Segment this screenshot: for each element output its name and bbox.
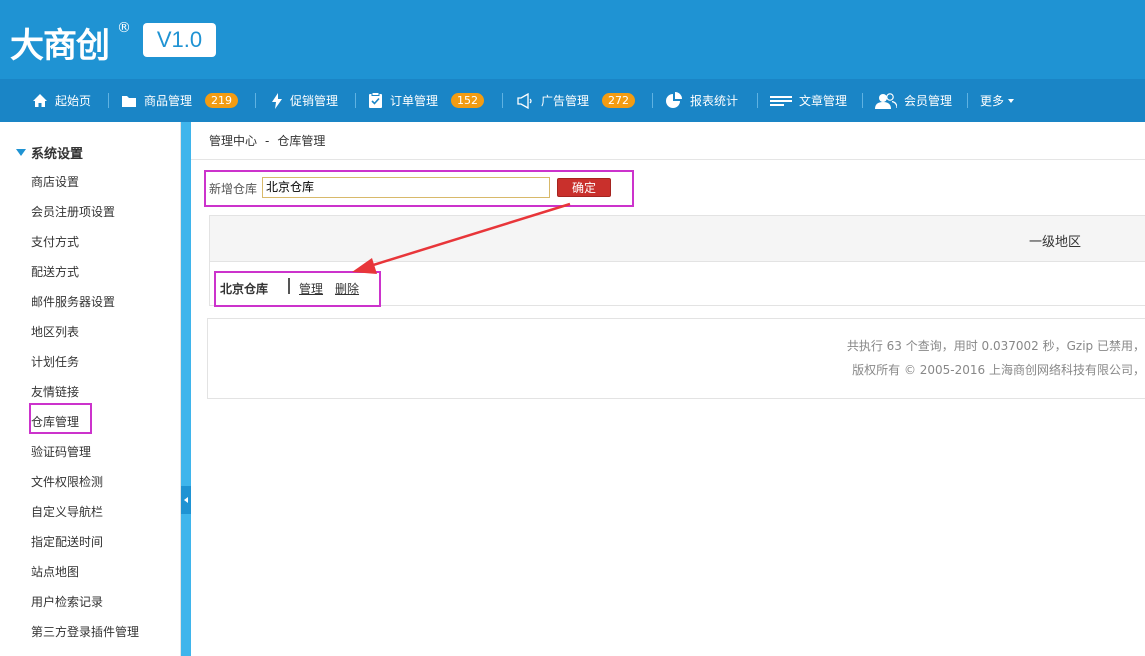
annotation-arrow: [352, 202, 571, 274]
